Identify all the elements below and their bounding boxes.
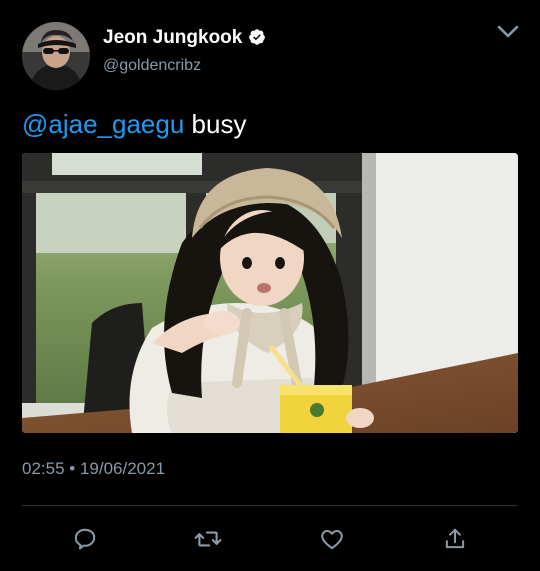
- share-button[interactable]: [440, 524, 470, 554]
- verified-badge-icon: [249, 29, 266, 45]
- tweet-media[interactable]: [22, 153, 518, 433]
- reply-button[interactable]: [70, 524, 100, 554]
- more-options-button[interactable]: [496, 22, 520, 42]
- avatar-photo: [22, 22, 90, 90]
- retweet-icon: [194, 531, 222, 547]
- author-display-name: Jeon Jungkook: [103, 27, 243, 48]
- like-button[interactable]: [317, 524, 347, 554]
- like-icon: [321, 529, 343, 550]
- tweet-text: @ajae_gaegu busy: [22, 107, 246, 141]
- share-icon: [445, 528, 465, 549]
- avatar[interactable]: [22, 22, 90, 90]
- tweet-timestamp[interactable]: 02:55 • 19/06/2021: [22, 458, 165, 480]
- attached-photo: [22, 153, 518, 433]
- author-handle[interactable]: @goldencribz: [103, 56, 201, 76]
- tweet-body: busy: [184, 109, 247, 139]
- chevron-down-icon: [497, 25, 519, 38]
- retweet-button[interactable]: [193, 524, 223, 554]
- divider: [22, 505, 518, 506]
- reply-icon: [74, 528, 96, 550]
- author-name-row[interactable]: Jeon Jungkook: [103, 26, 266, 50]
- mention-link[interactable]: @ajae_gaegu: [22, 109, 184, 139]
